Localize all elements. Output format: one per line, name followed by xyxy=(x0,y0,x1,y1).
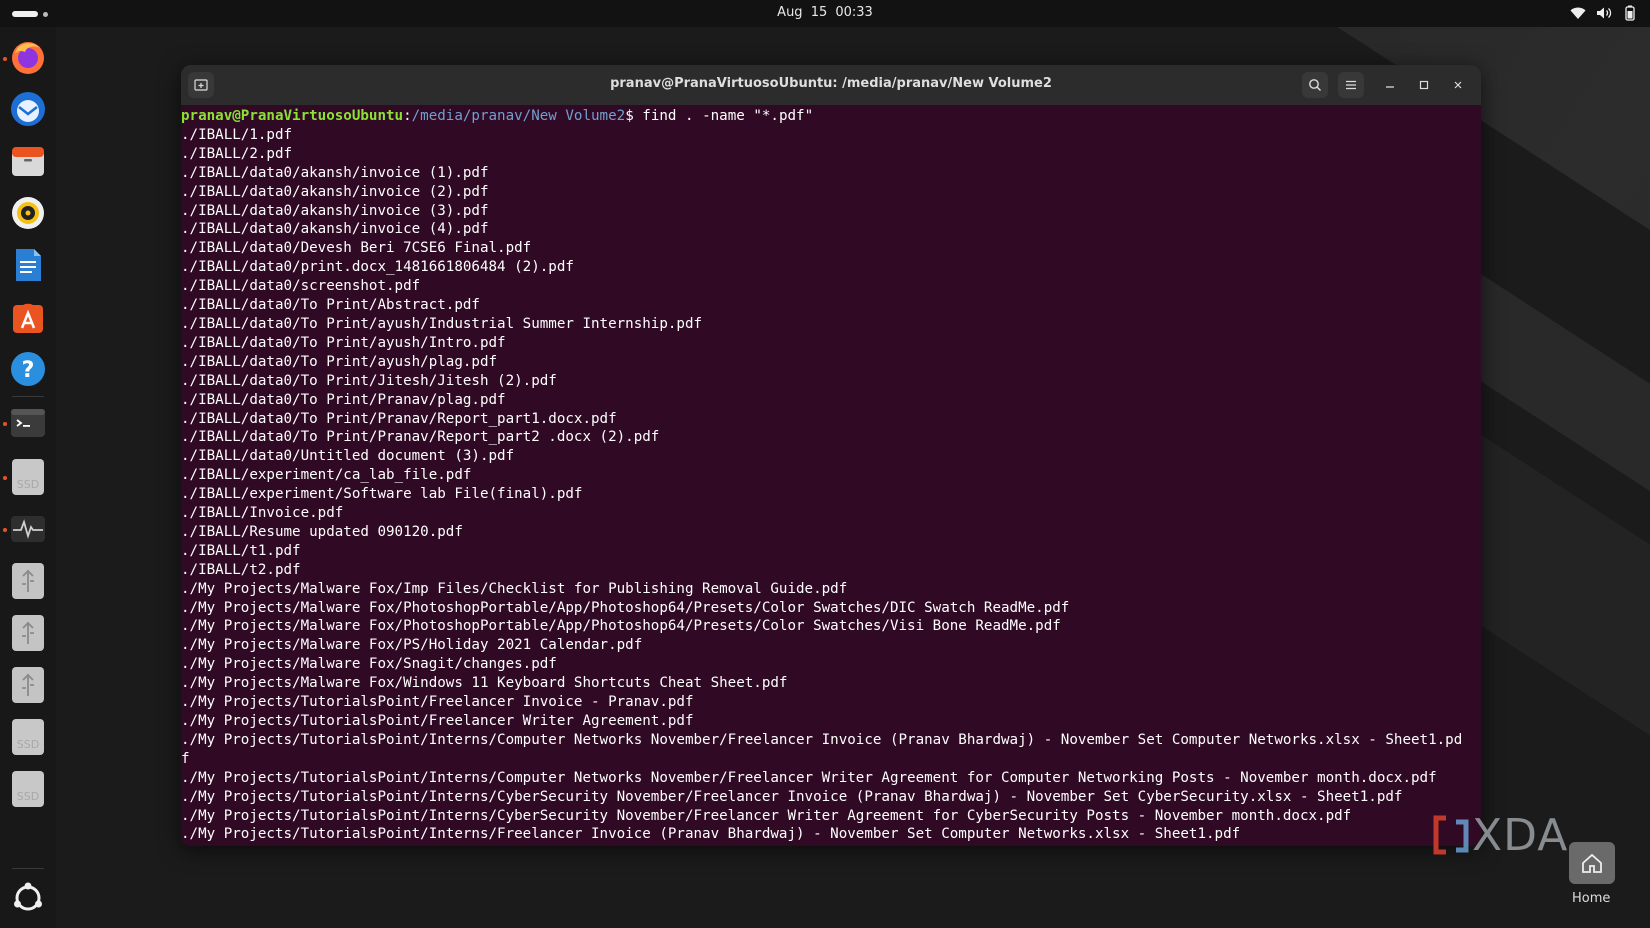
output-line: ./My Projects/TutorialsPoint/Interns/Com… xyxy=(181,731,1463,748)
app-center-icon[interactable] xyxy=(8,297,48,337)
output-line: ./My Projects/TutorialsPoint/Freelancer … xyxy=(181,713,694,729)
firefox-icon[interactable] xyxy=(8,37,48,77)
output-line: ./IBALL/data0/akansh/invoice (4).pdf xyxy=(181,221,489,238)
output-line: ./IBALL/data0/To Print/ayush/plag.pdf xyxy=(181,353,498,370)
output-line: ./My Projects/TutorialsPoint/Interns/Com… xyxy=(181,769,1437,786)
output-line: ./IBALL/data0/screenshot.pdf xyxy=(181,278,421,295)
terminal-output[interactable]: pranav@PranaVirtuosoUbuntu:/media/pranav… xyxy=(181,105,1481,846)
xda-logo-icon xyxy=(1433,815,1469,855)
output-line: ./IBALL/Resume updated 090120.pdf xyxy=(181,523,463,540)
battery-icon[interactable] xyxy=(1622,5,1638,21)
home-icon xyxy=(1582,853,1602,873)
window-title: pranav@PranaVirtuosoUbuntu: /media/prana… xyxy=(610,76,1052,91)
output-line: ./IBALL/experiment/ca_lab_file.pdf xyxy=(181,467,472,484)
output-line: ./IBALL/2.pdf xyxy=(181,145,293,162)
usb-drive-icon[interactable] xyxy=(8,561,48,601)
command-text: find . -name "*.pdf" xyxy=(642,108,814,124)
output-line: ./My Projects/Malware Fox/Snagit/changes… xyxy=(181,656,557,673)
output-line: ./IBALL/data0/To Print/Pranav/Report_par… xyxy=(181,410,617,427)
terminal-window: pranav@PranaVirtuosoUbuntu: /media/prana… xyxy=(181,65,1481,846)
search-icon xyxy=(1309,79,1321,91)
ssd-drive-icon[interactable]: SSD xyxy=(8,457,48,497)
volume-icon[interactable] xyxy=(1596,5,1612,21)
output-line: ./IBALL/data0/Devesh Beri 7CSE6 Final.pd… xyxy=(181,240,532,257)
show-apps-icon[interactable] xyxy=(8,878,48,918)
xda-watermark: XDA xyxy=(1432,809,1569,861)
ssd-drive-icon[interactable]: SSD xyxy=(8,769,48,809)
output-line: ./My Projects/TutorialsPoint/Interns/Cyb… xyxy=(181,807,1352,824)
dock: ? SSD SSD SSD xyxy=(0,27,56,928)
output-line: ./IBALL/data0/To Print/Pranav/Report_par… xyxy=(181,429,660,446)
output-line: ./IBALL/data0/akansh/invoice (2).pdf xyxy=(181,183,489,200)
maximize-button[interactable] xyxy=(1411,72,1437,98)
help-icon[interactable]: ? xyxy=(8,349,48,389)
running-indicator xyxy=(3,476,7,480)
ssd-label: SSD xyxy=(16,789,40,803)
output-line: ./IBALL/data0/akansh/invoice (3).pdf xyxy=(181,202,489,219)
minimize-button[interactable] xyxy=(1377,72,1403,98)
output-line: ./IBALL/Invoice.pdf xyxy=(181,505,344,522)
close-button[interactable] xyxy=(1445,72,1471,98)
top-bar: Aug 15 00:33 xyxy=(0,0,1650,27)
prompt-separator: : xyxy=(403,108,412,124)
output-line: ./My Projects/TutorialsPoint/Interns/Cyb… xyxy=(181,788,1403,805)
output-line: ./IBALL/t2.pdf xyxy=(181,561,301,578)
prompt-user: pranav@PranaVirtuosoUbuntu xyxy=(181,108,404,124)
output-line: ./IBALL/1.pdf xyxy=(181,126,293,143)
output-line: ./IBALL/data0/To Print/ayush/Industrial … xyxy=(181,315,703,332)
ssd-label: SSD xyxy=(16,477,40,491)
output-line: ./IBALL/data0/To Print/Jitesh/Jitesh (2)… xyxy=(181,372,557,389)
output-line: ./IBALL/data0/print.docx_1481661806484 (… xyxy=(181,259,574,276)
terminal-icon[interactable] xyxy=(8,403,48,443)
output-line: ./My Projects/Malware Fox/Imp Files/Chec… xyxy=(181,580,848,597)
output-line: ./IBALL/experiment/Software lab File(fin… xyxy=(181,486,583,503)
home-button[interactable] xyxy=(1569,842,1615,884)
files-icon[interactable] xyxy=(8,141,48,181)
prompt-end: $ xyxy=(625,108,643,124)
running-indicator xyxy=(3,422,7,426)
xda-brand: XDA xyxy=(1472,809,1569,861)
dock-separator xyxy=(12,868,44,869)
prompt-path: /media/pranav/New Volume2 xyxy=(411,108,626,124)
output-line: ./IBALL/t1.pdf xyxy=(181,542,301,559)
home-label: Home xyxy=(1572,891,1611,906)
window-titlebar[interactable]: pranav@PranaVirtuosoUbuntu: /media/prana… xyxy=(181,65,1481,105)
output-line: ./My Projects/TutorialsPoint/Interns/Fre… xyxy=(181,826,1241,843)
hamburger-icon xyxy=(1346,80,1356,90)
output-line: ./My Projects/Malware Fox/Windows 11 Key… xyxy=(181,675,788,692)
clock[interactable]: Aug 15 00:33 xyxy=(0,5,1650,20)
output-line: f xyxy=(181,750,190,767)
usb-drive-icon[interactable] xyxy=(8,665,48,705)
output-line: ./My Projects/TutorialsPoint/Freelancer … xyxy=(181,694,694,711)
output-line: ./My Projects/Malware Fox/PhotoshopPorta… xyxy=(181,599,1070,616)
dock-separator xyxy=(12,396,44,397)
system-monitor-icon[interactable] xyxy=(8,509,48,549)
libreoffice-writer-icon[interactable] xyxy=(8,245,48,285)
command-output: ./IBALL/1.pdf ./IBALL/2.pdf ./IBALL/data0/… xyxy=(181,126,1481,844)
output-line: ./My Projects/Malware Fox/PhotoshopPorta… xyxy=(181,618,1061,635)
rhythmbox-icon[interactable] xyxy=(8,193,48,233)
output-line: ./IBALL/data0/To Print/ayush/Intro.pdf xyxy=(181,334,506,351)
search-button[interactable] xyxy=(1302,72,1328,98)
output-line: ./IBALL/data0/Untitled document (3).pdf xyxy=(181,448,515,465)
close-icon xyxy=(1454,81,1462,89)
usb-drive-icon[interactable] xyxy=(8,613,48,653)
running-indicator xyxy=(3,57,7,61)
svg-text:?: ? xyxy=(22,358,35,383)
output-line: ./IBALL/data0/To Print/Abstract.pdf xyxy=(181,297,480,314)
prompt-line: pranav@PranaVirtuosoUbuntu:/media/pranav… xyxy=(181,107,1481,126)
running-indicator xyxy=(3,528,7,532)
menu-button[interactable] xyxy=(1338,72,1364,98)
wifi-icon[interactable] xyxy=(1570,5,1586,21)
output-line: ./IBALL/data0/To Print/Pranav/plag.pdf xyxy=(181,391,506,408)
ssd-label: SSD xyxy=(16,737,40,751)
system-tray[interactable] xyxy=(1570,5,1638,21)
output-line: ./My Projects/Malware Fox/PS/Holiday 202… xyxy=(181,637,643,654)
thunderbird-icon[interactable] xyxy=(8,89,48,129)
output-line: ./IBALL/data0/akansh/invoice (1).pdf xyxy=(181,164,489,181)
ssd-drive-icon[interactable]: SSD xyxy=(8,717,48,757)
